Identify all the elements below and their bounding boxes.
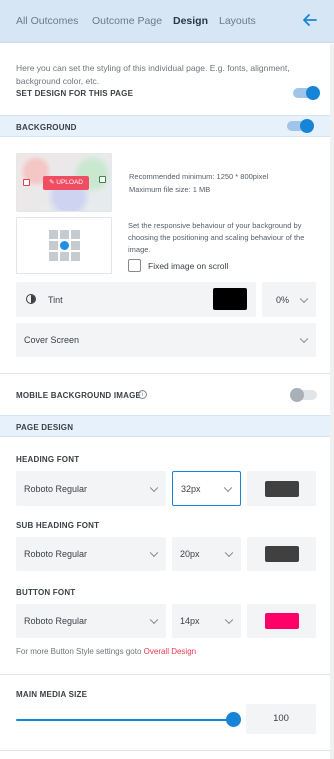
background-title: BACKGROUND <box>16 123 77 132</box>
upload-label: UPLOAD <box>56 179 83 186</box>
sub-heading-color-picker[interactable] <box>247 537 316 571</box>
tint-percent-select[interactable]: 0% <box>262 282 316 317</box>
tint-label: Tint <box>48 294 63 305</box>
fixed-image-label: Fixed image on scroll <box>148 261 229 271</box>
fixed-image-checkbox[interactable] <box>128 259 141 272</box>
media-size-slider-track[interactable] <box>16 719 234 721</box>
divider <box>0 750 334 751</box>
set-design-label: SET DESIGN FOR THIS PAGE <box>16 89 134 98</box>
background-section-header: BACKGROUND <box>0 115 334 137</box>
position-cell[interactable] <box>71 241 80 250</box>
position-cell[interactable] <box>60 252 69 261</box>
button-font-value: Roboto Regular <box>24 616 88 626</box>
chevron-down-icon <box>299 294 309 303</box>
toggle-knob <box>300 119 314 133</box>
max-file-size: Maximum file size: 1 MB <box>129 185 211 194</box>
responsive-description: Set the responsive behaviour of your bac… <box>128 221 305 254</box>
overall-design-link[interactable]: Overall Design <box>144 647 196 656</box>
toggle-knob <box>290 388 304 402</box>
set-design-toggle[interactable] <box>293 86 320 100</box>
scaling-value: Cover Screen <box>24 335 80 345</box>
tab-design[interactable]: Design <box>173 15 208 27</box>
page-design-section-header: PAGE DESIGN <box>0 415 334 437</box>
sub-heading-size-value: 20px <box>180 549 200 559</box>
scaling-select[interactable]: Cover Screen <box>16 323 316 357</box>
chevron-down-icon <box>149 483 159 492</box>
position-cell[interactable] <box>49 230 58 239</box>
tab-outcome-page[interactable]: Outcome Page <box>92 15 162 27</box>
position-grid-icon <box>49 230 80 261</box>
button-font-label: BUTTON FONT <box>16 588 76 597</box>
chevron-down-icon <box>224 548 234 558</box>
sub-heading-size-select[interactable]: 20px <box>172 537 241 571</box>
position-cell[interactable] <box>49 241 58 250</box>
position-cell-selected[interactable] <box>60 241 69 250</box>
position-cell[interactable] <box>71 252 80 261</box>
heading-color-swatch <box>264 480 299 497</box>
tab-layouts[interactable]: Layouts <box>219 15 256 27</box>
heading-font-select[interactable]: Roboto Regular <box>16 471 166 506</box>
position-cell[interactable] <box>49 252 58 261</box>
image-chip <box>23 179 30 186</box>
background-image-preview[interactable]: ✎ UPLOAD <box>16 153 112 212</box>
toggle-knob <box>306 86 320 100</box>
button-size-select[interactable]: 14px <box>172 604 241 638</box>
upload-button[interactable]: ✎ UPLOAD <box>43 176 89 190</box>
page-design-title: PAGE DESIGN <box>16 423 74 432</box>
media-size-slider-handle[interactable] <box>226 712 241 727</box>
tint-color-swatch[interactable] <box>213 288 247 310</box>
chevron-down-icon <box>224 615 234 625</box>
sub-heading-font-select[interactable]: Roboto Regular <box>16 537 166 571</box>
position-cell[interactable] <box>71 230 80 239</box>
tint-icon <box>26 294 36 304</box>
button-size-value: 14px <box>180 616 200 626</box>
heading-size-select[interactable]: 32px <box>172 471 241 506</box>
button-color-picker[interactable] <box>247 604 316 638</box>
intro-text: Here you can set the styling of this ind… <box>16 63 290 86</box>
button-style-note: For more Button Style settings goto Over… <box>16 647 196 656</box>
mobile-bg-toggle[interactable] <box>290 388 317 402</box>
recommended-size: Recommended minimum: 1250 * 800pixel <box>129 172 269 181</box>
position-picker[interactable] <box>16 217 112 274</box>
heading-font-value: Roboto Regular <box>24 483 88 494</box>
main-media-size-label: MAIN MEDIA SIZE <box>16 690 88 699</box>
tint-row: Tint <box>16 282 256 317</box>
sub-heading-color-swatch <box>264 546 299 562</box>
heading-size-value: 32px <box>181 483 201 494</box>
tint-percent-value: 0% <box>276 294 290 305</box>
media-size-value[interactable]: 100 <box>246 704 316 734</box>
arrow-left-icon[interactable] <box>300 10 320 30</box>
background-toggle[interactable] <box>287 119 314 133</box>
heading-font-label: HEADING FONT <box>16 455 80 464</box>
heading-color-picker[interactable] <box>247 471 316 506</box>
chevron-down-icon <box>299 334 309 344</box>
scrollbar[interactable] <box>330 44 334 759</box>
mobile-bg-label: MOBILE BACKGROUND IMAGE <box>16 391 142 400</box>
button-color-swatch <box>264 613 299 629</box>
button-font-select[interactable]: Roboto Regular <box>16 604 166 638</box>
divider <box>0 674 334 675</box>
chevron-down-icon <box>223 483 233 492</box>
image-chip <box>99 176 106 183</box>
divider <box>0 373 334 374</box>
info-icon[interactable]: i <box>138 390 147 399</box>
tab-bar: All Outcomes Outcome Page Design Layouts <box>0 0 334 43</box>
chevron-down-icon <box>149 615 159 625</box>
sub-heading-font-label: SUB HEADING FONT <box>16 521 100 530</box>
tab-all-outcomes[interactable]: All Outcomes <box>16 15 78 27</box>
chevron-down-icon <box>149 548 159 558</box>
sub-heading-font-value: Roboto Regular <box>24 549 88 559</box>
position-cell[interactable] <box>60 230 69 239</box>
note-text: For more Button Style settings goto <box>16 647 142 656</box>
